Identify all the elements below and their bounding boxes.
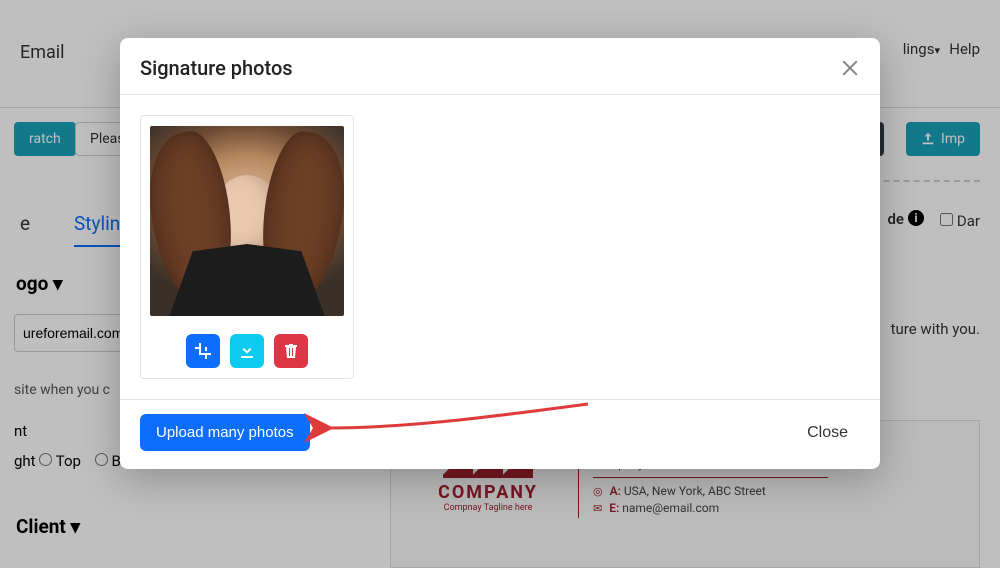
preview-address: ◎ A: USA, New York, ABC Street: [593, 484, 828, 498]
upload-many-photos-button[interactable]: Upload many photos: [140, 414, 310, 451]
share-hint: ture with you.: [891, 320, 980, 338]
nav-settings[interactable]: lings▾: [903, 40, 940, 58]
modal-header: Signature photos: [120, 38, 880, 95]
close-button[interactable]: Close: [795, 416, 860, 450]
preview-divider: [593, 477, 828, 478]
delete-button[interactable]: [274, 334, 308, 368]
signature-photos-modal: Signature photos Upload many phot: [120, 38, 880, 469]
mode-label: de: [887, 210, 904, 228]
logo-section-heading[interactable]: ogo ▾: [16, 272, 63, 295]
client-section-heading[interactable]: Client ▾: [16, 515, 80, 538]
import-button[interactable]: Imp: [906, 122, 980, 156]
mail-icon: ✉: [593, 502, 602, 515]
modal-body: [120, 95, 880, 400]
alignment-label: nt: [14, 422, 27, 440]
preview-company-word: COMPANY: [418, 482, 558, 503]
location-icon: ◎: [593, 485, 603, 498]
app-brand: Email: [20, 42, 65, 63]
radio-top[interactable]: Top: [39, 452, 81, 470]
logo-url-input[interactable]: [14, 314, 134, 352]
import-label: Imp: [941, 131, 965, 147]
from-scratch-button[interactable]: ratch: [14, 122, 76, 156]
nav-help[interactable]: Help: [949, 40, 980, 58]
dark-label: Dar: [957, 212, 980, 230]
photo-card: [140, 115, 354, 379]
download-button[interactable]: [230, 334, 264, 368]
preview-company-tagline: Compnay Tagline here: [418, 503, 558, 513]
trash-icon: [283, 343, 299, 359]
crop-icon: [195, 343, 211, 359]
modal-close-button[interactable]: [840, 58, 860, 78]
info-icon[interactable]: i: [908, 210, 924, 226]
logo-hint: site when you c: [14, 382, 110, 398]
preview-email: ✉ E: name@email.com: [593, 501, 828, 515]
modal-footer: Upload many photos Close: [120, 400, 880, 469]
photo-actions: [186, 334, 308, 368]
download-icon: [239, 343, 255, 359]
nav-settings-label: lings: [903, 40, 935, 58]
tab-styling[interactable]: Stylin: [74, 212, 120, 247]
upload-icon: [921, 132, 935, 146]
radio-right-fragment: ght: [14, 452, 36, 470]
tab-prev-fragment[interactable]: e: [20, 212, 30, 235]
crop-button[interactable]: [186, 334, 220, 368]
modal-title: Signature photos: [140, 56, 293, 80]
dark-mode-checkbox[interactable]: Dar: [940, 212, 980, 230]
photo-thumbnail[interactable]: [150, 126, 344, 316]
close-icon: [840, 58, 860, 78]
